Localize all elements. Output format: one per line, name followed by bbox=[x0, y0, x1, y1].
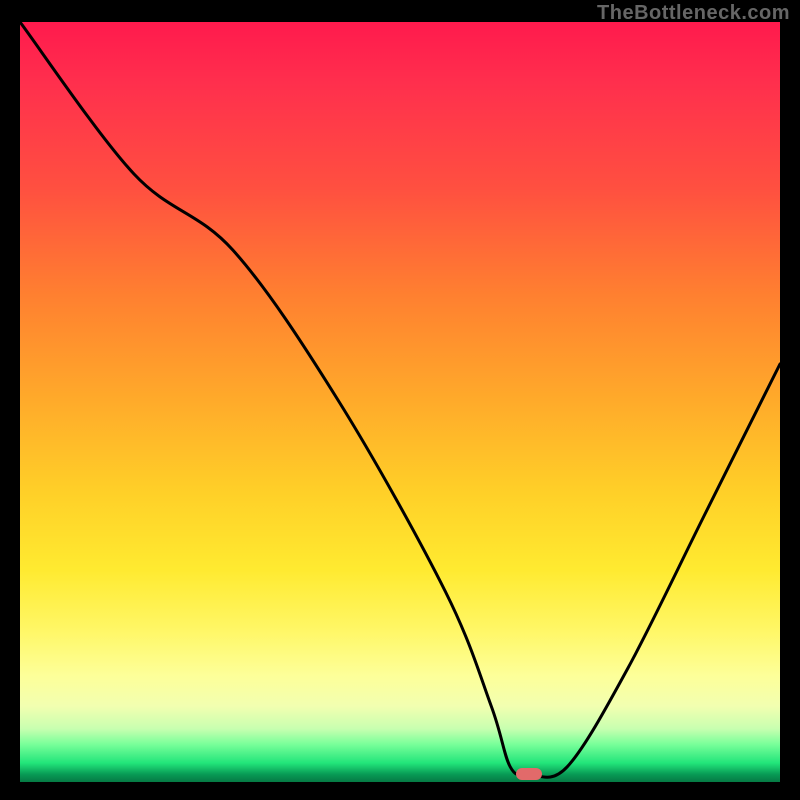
bottleneck-curve bbox=[20, 22, 780, 782]
chart-frame: TheBottleneck.com bbox=[0, 0, 800, 800]
watermark-text: TheBottleneck.com bbox=[597, 2, 790, 25]
plot-area bbox=[20, 22, 780, 782]
optimal-marker bbox=[516, 768, 542, 780]
